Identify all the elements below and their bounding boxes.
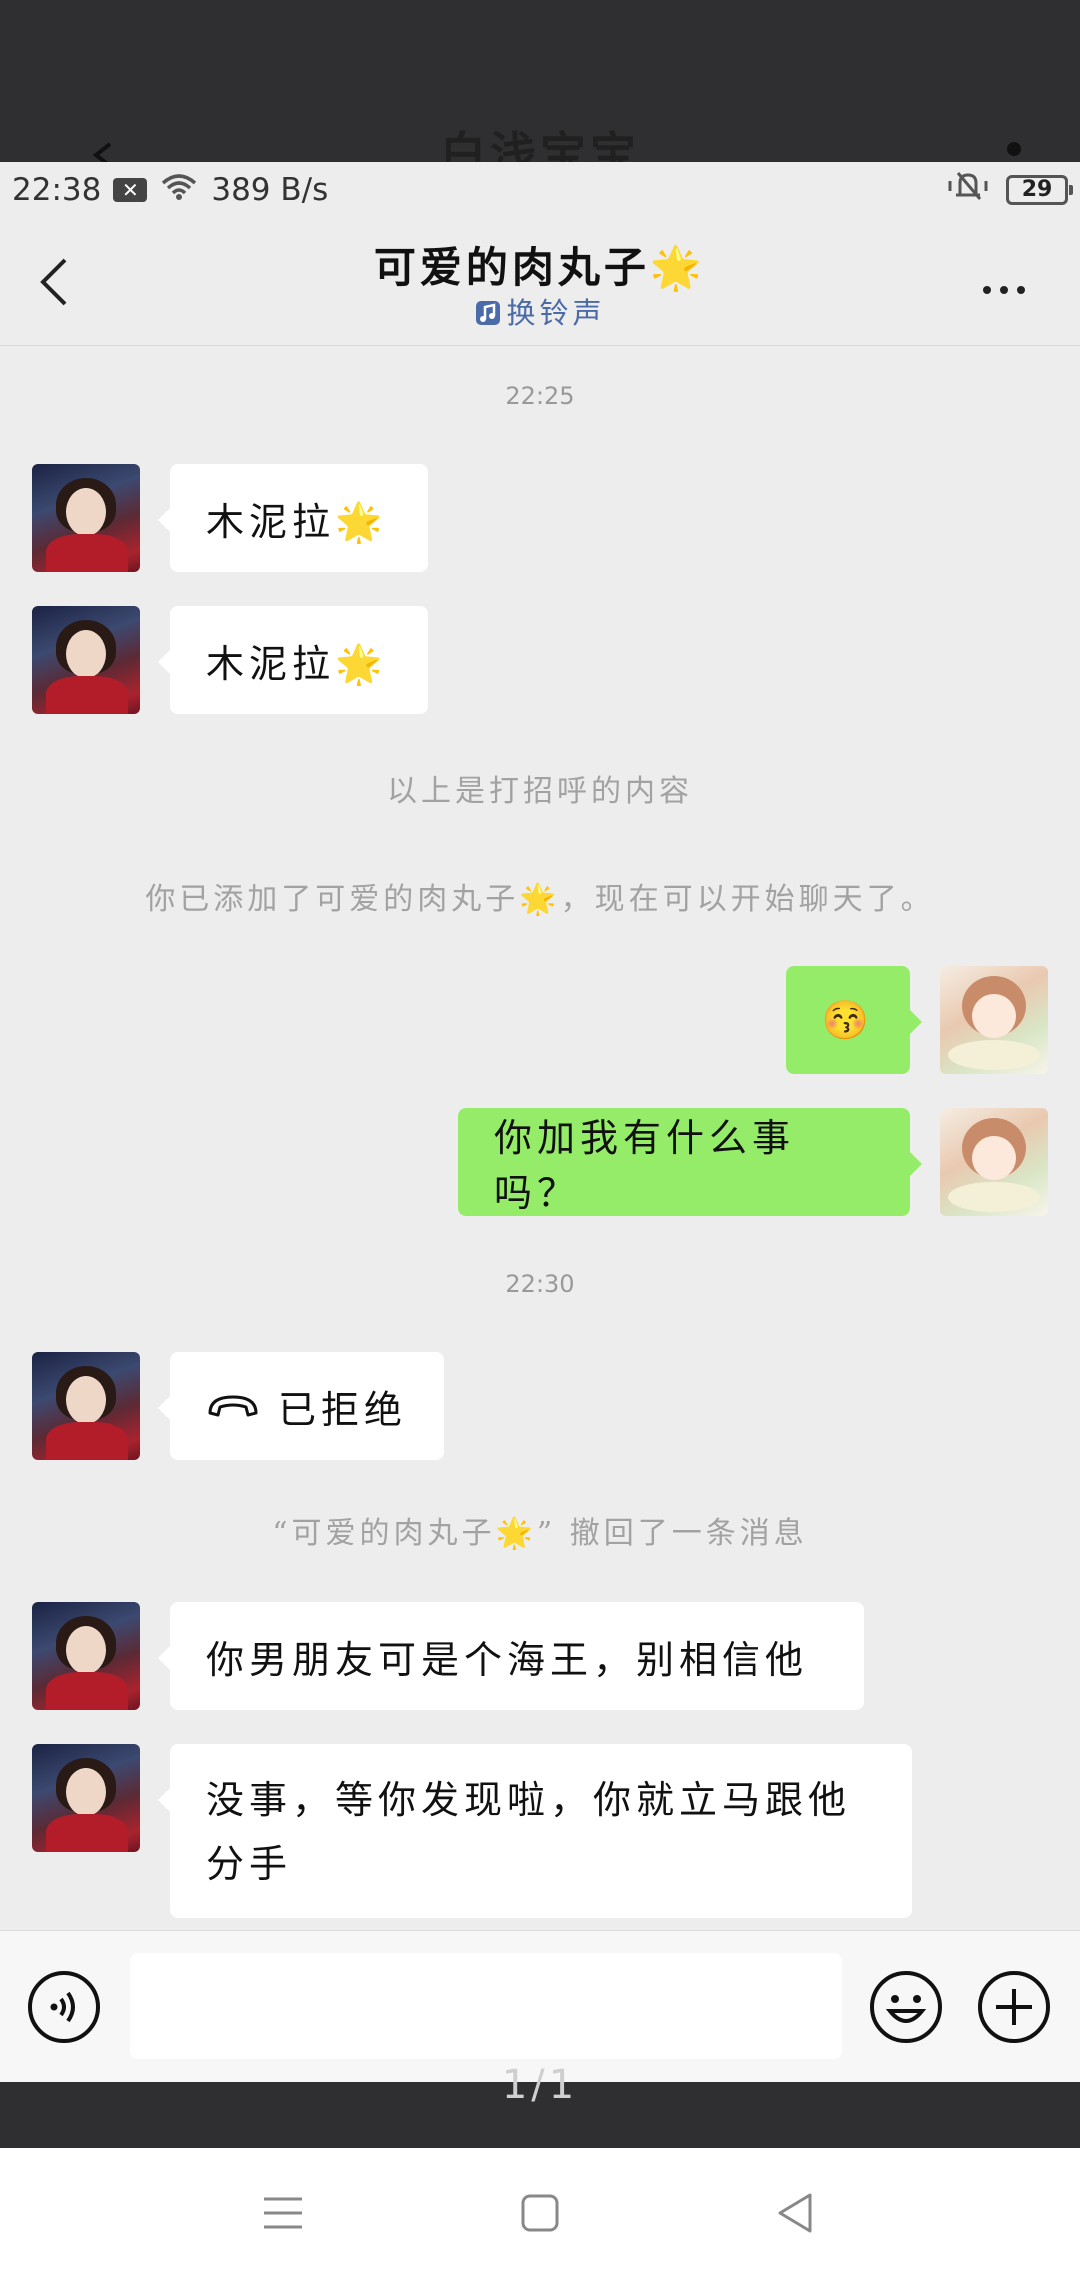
incoming-message[interactable]: 木泥拉🌟 <box>158 606 428 714</box>
system-message: 你已添加了可爱的肉丸子🌟，现在可以开始聊天了。 <box>145 882 935 917</box>
ringtone-link[interactable]: 换铃声 <box>0 290 1080 334</box>
my-avatar[interactable] <box>940 1108 1048 1216</box>
background-app-header: 白浅宝宝 <box>0 0 1080 162</box>
menu-icon <box>264 2197 302 2229</box>
background-app-title: 白浅宝宝 <box>440 127 640 162</box>
home-nav-button[interactable] <box>505 2178 575 2248</box>
battery-icon: 29 <box>1006 175 1073 205</box>
outgoing-message[interactable]: 😚 <box>786 966 922 1074</box>
wifi-icon <box>159 171 199 209</box>
more-dot-icon <box>1000 286 1008 294</box>
smiley-icon <box>870 1971 942 2043</box>
emoji-button[interactable] <box>868 1969 944 2045</box>
page-indicator: 1/1 <box>501 2062 579 2108</box>
home-square-icon <box>521 2194 559 2232</box>
call-status-text: 已拒绝 <box>278 1387 408 1432</box>
chat-header: 可爱的肉丸子🌟 换铃声 <box>0 218 1080 346</box>
background-more-icon <box>1007 142 1021 156</box>
more-dot-icon <box>983 286 991 294</box>
timestamp: 22:25 <box>505 382 575 410</box>
network-speed: 389 B/s <box>211 172 329 208</box>
page-strip: 1/1 <box>0 2062 1080 2148</box>
contact-avatar[interactable] <box>32 1744 140 1852</box>
recall-notice: “可爱的肉丸子🌟” 撤回了一条消息 <box>272 1516 808 1551</box>
phone-hangup-icon <box>206 1393 260 1419</box>
more-functions-button[interactable] <box>976 1969 1052 2045</box>
background-back-icon <box>88 140 118 162</box>
ringtone-label: 换铃声 <box>506 296 606 330</box>
vibrate-icon <box>946 169 990 211</box>
voice-icon <box>28 1971 100 2043</box>
timestamp: 22:30 <box>505 1270 575 1298</box>
call-declined-message[interactable]: 已拒绝 <box>158 1352 444 1460</box>
contact-avatar[interactable] <box>32 464 140 572</box>
contact-avatar[interactable] <box>32 1352 140 1460</box>
my-avatar[interactable] <box>940 966 1048 1074</box>
incoming-message[interactable]: 你男朋友可是个海王，别相信他 <box>158 1602 864 1710</box>
outgoing-message[interactable]: 你加我有什么事吗？ <box>458 1108 922 1216</box>
contact-avatar[interactable] <box>32 1602 140 1710</box>
message-input[interactable] <box>130 1953 842 2059</box>
voice-button[interactable] <box>26 1969 102 2045</box>
music-note-icon <box>474 299 502 334</box>
plus-icon <box>978 1971 1050 2043</box>
system-message: 以上是打招呼的内容 <box>387 774 693 809</box>
chat-area[interactable]: 22:25 木泥拉🌟 木泥拉🌟 以上是打招呼的内容 你已添加了可爱的肉丸子🌟，现… <box>0 346 1080 1930</box>
status-time: 22:38 <box>12 172 102 208</box>
back-nav-button[interactable] <box>760 2178 830 2248</box>
input-bar <box>0 1930 1080 2082</box>
navigation-bar <box>0 2148 1080 2280</box>
more-options-button[interactable] <box>972 270 1036 310</box>
chat-title: 可爱的肉丸子🌟 <box>373 243 707 292</box>
back-triangle-icon <box>778 2193 812 2233</box>
more-dot-icon <box>1017 286 1025 294</box>
status-bar: 22:38 ✕ 389 B/s 29 <box>0 162 1080 218</box>
incoming-message[interactable]: 木泥拉🌟 <box>158 464 428 572</box>
x-box-icon: ✕ <box>113 178 148 202</box>
incoming-message[interactable]: 没事，等你发现啦，你就立马跟他分手 <box>158 1744 912 1918</box>
contact-avatar[interactable] <box>32 606 140 714</box>
menu-nav-button[interactable] <box>248 2178 318 2248</box>
